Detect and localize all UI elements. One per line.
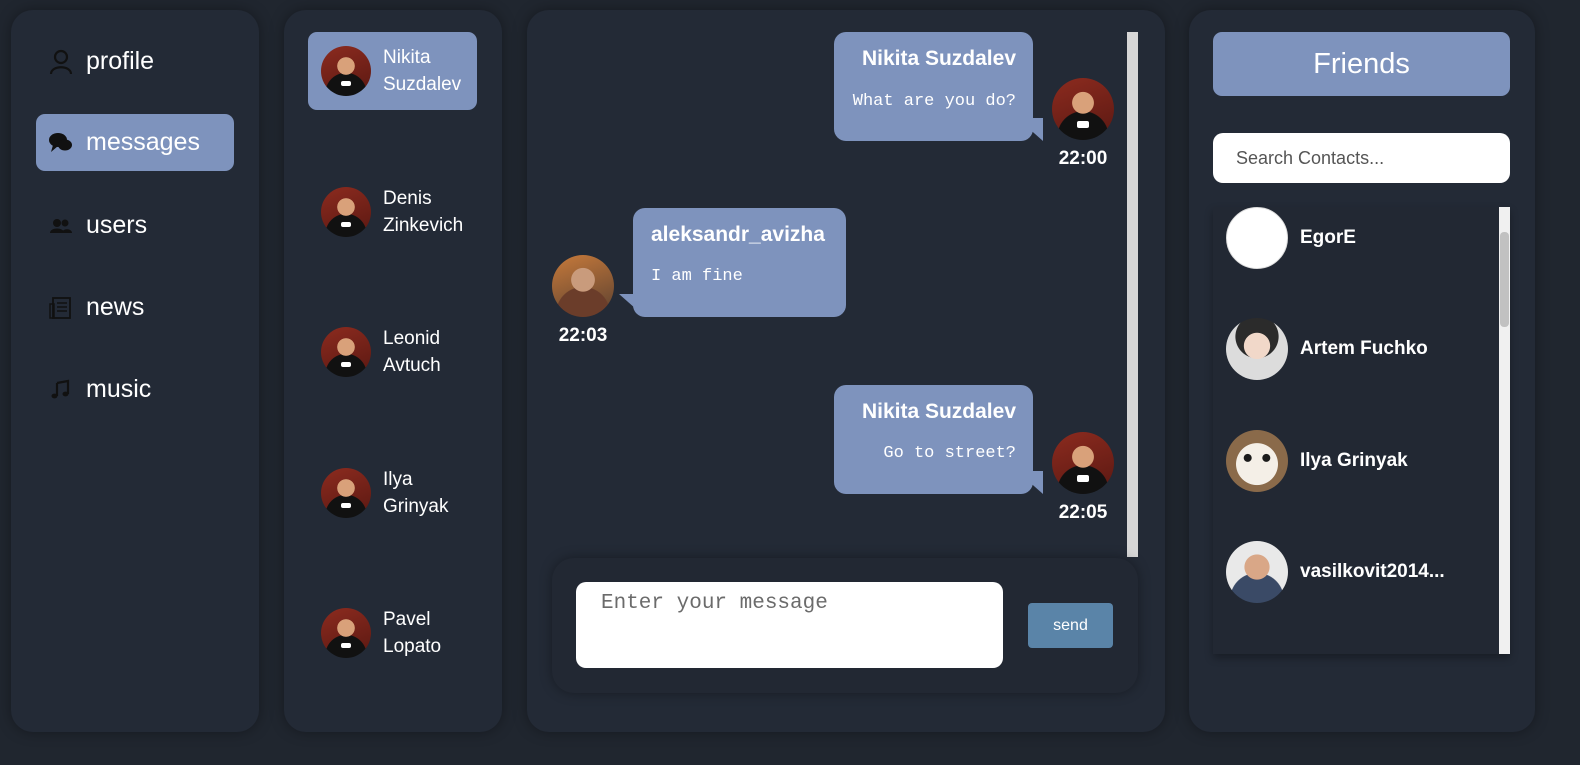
dialog-item[interactable]: Denis Zinkevich (308, 173, 477, 251)
message-time: 22:03 (558, 325, 608, 346)
dialog-item[interactable]: Pavel Lopato (308, 594, 477, 672)
nav-label: profile (86, 47, 155, 75)
nav-label: news (86, 293, 145, 321)
nav-label: music (86, 375, 152, 403)
nav-label: messages (86, 128, 200, 156)
newspaper-icon (48, 295, 74, 321)
contact-name: Artem Fuchko (1300, 338, 1428, 359)
dialog-last-name: Avtuch (383, 355, 441, 376)
message-bubble: aleksandr_avizha I am fine (633, 208, 846, 317)
dialog-name: Leonid Avtuch (383, 325, 477, 379)
bubble-tail (1017, 118, 1043, 141)
dialog-name: Denis Zinkevich (383, 185, 477, 239)
message-text: I am fine (651, 267, 743, 286)
dialog-last-name: Suzdalev (383, 74, 462, 95)
message-author: aleksandr_avizha (651, 223, 825, 246)
dialog-name: Nikita Suzdalev (383, 44, 477, 98)
avatar (1226, 318, 1288, 380)
contact-name: EgorE (1300, 227, 1356, 248)
chat-panel: Nikita Suzdalev What are you do? 22:00 a… (527, 10, 1165, 732)
contacts-list: EgorE Artem Fuchko Ilya Grinyak vasilkov… (1213, 207, 1510, 654)
avatar (1052, 432, 1114, 494)
nav-item-users[interactable]: users (36, 197, 234, 254)
avatar (321, 187, 371, 237)
music-note-icon (48, 377, 74, 403)
avatar (321, 608, 371, 658)
dialog-first-name: Leonid (383, 328, 441, 349)
dialog-item[interactable]: Leonid Avtuch (308, 313, 477, 391)
dialog-item[interactable]: Ilya Grinyak (308, 454, 477, 532)
message-bubble: Nikita Suzdalev What are you do? (834, 32, 1033, 141)
dialog-first-name: Ilya (383, 469, 413, 490)
dialog-item[interactable]: Nikita Suzdalev (308, 32, 477, 110)
bubble-tail (619, 294, 645, 317)
nav-item-music[interactable]: music (36, 361, 234, 418)
sidebar-nav: profile messages users news music (11, 10, 259, 732)
avatar (321, 46, 371, 96)
avatar (1052, 78, 1114, 140)
nav-label: users (86, 211, 148, 239)
message-input[interactable] (576, 582, 1003, 668)
dialogs-list: Nikita Suzdalev Denis Zinkevich Leonid Avtu… (284, 10, 502, 732)
contacts-scrollbar[interactable] (1499, 207, 1510, 654)
dialog-last-name: Zinkevich (383, 215, 464, 236)
avatar (321, 468, 371, 518)
friends-panel: Friends EgorE Artem Fuchko Ilya Grinyak … (1189, 10, 1535, 732)
message-time: 22:00 (1058, 148, 1108, 169)
dialog-last-name: Grinyak (383, 496, 449, 517)
contact-name: vasilkovit2014... (1300, 561, 1445, 582)
scrollbar-thumb[interactable] (1500, 232, 1509, 327)
message-author: Nikita Suzdalev (861, 47, 1016, 70)
dialog-name: Pavel Lopato (383, 606, 477, 660)
nav-item-profile[interactable]: profile (36, 33, 234, 90)
message-bubble: Nikita Suzdalev Go to street? (834, 385, 1033, 494)
contact-name: Ilya Grinyak (1300, 450, 1408, 471)
bubble-tail (1017, 471, 1043, 494)
avatar (321, 327, 371, 377)
message-author: Nikita Suzdalev (861, 400, 1016, 423)
nav-item-news[interactable]: news (36, 279, 234, 336)
message-composer: send (552, 558, 1138, 693)
message-text: What are you do? (852, 92, 1016, 111)
avatar (1226, 430, 1288, 492)
nav-item-messages[interactable]: messages (36, 114, 234, 171)
contact-item[interactable]: Ilya Grinyak (1226, 430, 1486, 492)
dialog-name: Ilya Grinyak (383, 466, 477, 520)
friends-title: Friends (1213, 32, 1510, 96)
dialog-first-name: Denis (383, 188, 432, 209)
contact-item[interactable]: Artem Fuchko (1226, 318, 1486, 380)
dialog-first-name: Pavel (383, 609, 431, 630)
message-text: Go to street? (883, 444, 1016, 463)
contact-item[interactable]: EgorE (1226, 207, 1486, 269)
dialog-first-name: Nikita (383, 47, 431, 68)
user-icon (48, 49, 74, 75)
message-time: 22:05 (1058, 502, 1108, 523)
chat-bubbles-icon (48, 130, 74, 156)
send-button[interactable]: send (1028, 603, 1113, 648)
dialog-last-name: Lopato (383, 636, 442, 657)
users-icon (48, 213, 74, 239)
search-contacts-input[interactable] (1213, 133, 1510, 183)
contact-item[interactable]: vasilkovit2014... (1226, 541, 1486, 603)
chat-scrollbar[interactable] (1127, 32, 1138, 557)
avatar (552, 255, 614, 317)
avatar (1226, 207, 1288, 269)
avatar (1226, 541, 1288, 603)
